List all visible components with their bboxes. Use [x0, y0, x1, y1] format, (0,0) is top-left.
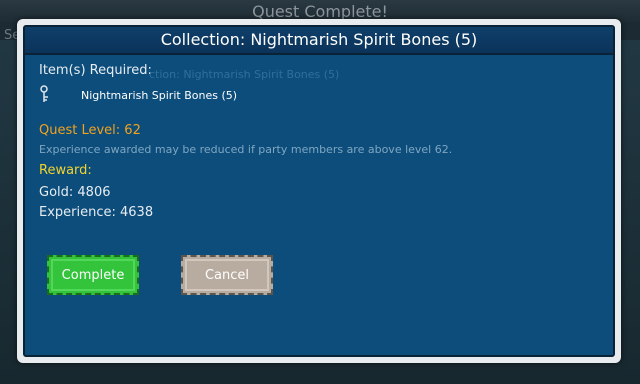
items-required-label: Item(s) Required: — [39, 63, 152, 78]
experience-note: Experience awarded may be reduced if par… — [39, 143, 453, 156]
gold-reward: Gold: 4806 — [39, 185, 111, 200]
complete-button-label: Complete — [61, 267, 125, 283]
complete-button[interactable]: Complete — [47, 255, 139, 295]
key-icon — [40, 85, 48, 102]
quest-dialog: Collection: Nightmarish Spirit Bones (5)… — [17, 19, 621, 363]
cancel-button-label: Cancel — [204, 267, 250, 283]
cancel-button[interactable]: Cancel — [181, 255, 273, 295]
experience-reward: Experience: 4638 — [39, 205, 154, 220]
reward-label: Reward: — [39, 163, 92, 178]
dialog-body: Item(s) Required: ction: Nightmarish Spi… — [25, 55, 613, 355]
required-item-name: Nightmarish Spirit Bones (5) — [81, 89, 238, 102]
quest-dialog-frame: Collection: Nightmarish Spirit Bones (5)… — [23, 25, 615, 357]
ghost-background-text: ction: Nightmarish Spirit Bones (5) — [149, 68, 340, 81]
dialog-title: Collection: Nightmarish Spirit Bones (5) — [25, 27, 613, 55]
quest-level-label: Quest Level: 62 — [39, 123, 141, 138]
